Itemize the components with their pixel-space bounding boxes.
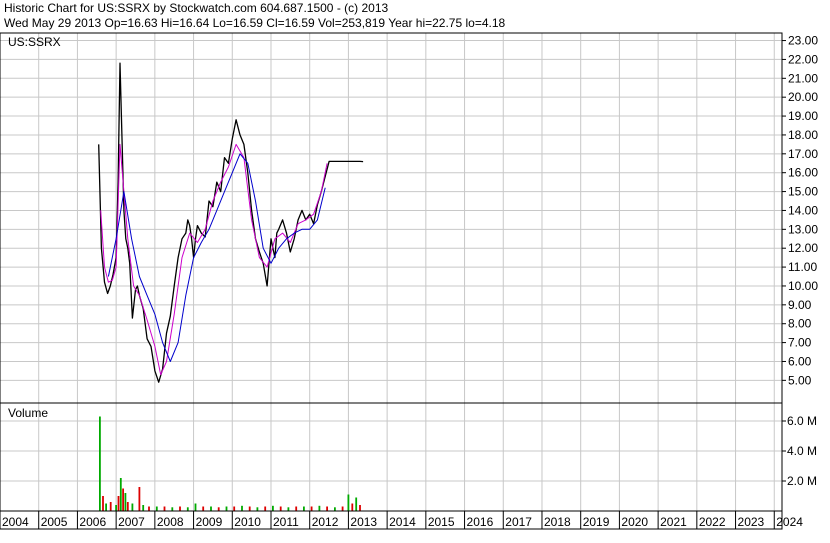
volume-bar bbox=[122, 488, 124, 511]
price-tick-label: 8.00 bbox=[788, 317, 812, 331]
volume-bar bbox=[272, 505, 274, 512]
year-tick-label: 2009 bbox=[196, 515, 223, 529]
volume-panel-label: Volume bbox=[8, 406, 48, 420]
year-tick-label: 2013 bbox=[350, 515, 377, 529]
volume-bar bbox=[359, 505, 361, 511]
volume-bar bbox=[115, 505, 117, 511]
volume-bar bbox=[194, 503, 197, 511]
volume-bar bbox=[310, 506, 313, 511]
price-tick-label: 20.00 bbox=[788, 90, 818, 104]
volume-bar bbox=[341, 506, 344, 511]
price-tick-label: 14.00 bbox=[788, 203, 818, 217]
year-tick-label: 2012 bbox=[312, 515, 339, 529]
price-tick-label: 11.00 bbox=[788, 260, 817, 274]
volume-bar bbox=[248, 506, 251, 511]
year-tick-label: 2011 bbox=[273, 515, 299, 529]
volume-bar bbox=[351, 503, 354, 511]
volume-bar bbox=[119, 478, 122, 511]
year-tick-label: 2010 bbox=[234, 515, 261, 529]
year-tick-label: 2015 bbox=[428, 515, 455, 529]
volume-bar bbox=[355, 497, 358, 511]
price-grid bbox=[0, 33, 782, 511]
price-tick-label: 23.00 bbox=[788, 34, 818, 48]
volume-bar bbox=[241, 505, 243, 512]
year-tick-label: 2005 bbox=[41, 515, 68, 529]
price-tick-label: 19.00 bbox=[788, 109, 818, 123]
volume-bar bbox=[124, 493, 127, 511]
volume-bar bbox=[202, 506, 205, 511]
volume-tick-label: 4.0 M bbox=[787, 444, 817, 458]
price-series-line-1 bbox=[100, 143, 328, 376]
volume-tick-label: 6.0 M bbox=[787, 414, 817, 428]
volume-bar bbox=[210, 506, 212, 511]
volume-bar bbox=[105, 503, 107, 511]
price-tick-label: 15.00 bbox=[788, 185, 818, 199]
year-axis-ticks: 2004 2005 2006 2007 2008 2009 2010 2011 2012 2013… bbox=[0, 511, 803, 529]
year-tick-label: 2018 bbox=[544, 515, 571, 529]
volume-bar bbox=[233, 506, 236, 511]
price-series-line-0 bbox=[98, 62, 364, 383]
price-tick-label: 17.00 bbox=[788, 147, 818, 161]
year-tick-label: 2014 bbox=[389, 515, 416, 529]
volume-bars bbox=[99, 416, 361, 512]
price-tick-label: 22.00 bbox=[788, 52, 818, 66]
volume-bar bbox=[126, 502, 129, 511]
price-tick-label: 13.00 bbox=[788, 222, 818, 236]
volume-bar bbox=[295, 506, 298, 511]
chart-canvas: US:SSRX Volume 5.00 6.00 7.00 8.00 9.00 10.00… bbox=[0, 32, 818, 530]
year-tick-label: 2021 bbox=[660, 515, 687, 529]
year-tick-label: 2022 bbox=[699, 515, 726, 529]
volume-bar bbox=[117, 496, 120, 511]
year-tick-label: 2006 bbox=[79, 515, 106, 529]
volume-bar bbox=[279, 506, 282, 511]
volume-bar bbox=[264, 506, 267, 511]
volume-bar bbox=[326, 506, 328, 511]
volume-bar bbox=[142, 505, 145, 511]
volume-panel-frame bbox=[0, 402, 783, 512]
price-axis-ticks: 5.00 6.00 7.00 8.00 9.00 10.00 11.00 12.00 13.00… bbox=[782, 34, 818, 387]
price-tick-label: 12.00 bbox=[788, 241, 818, 255]
volume-grid bbox=[0, 420, 782, 482]
volume-bar bbox=[303, 506, 305, 511]
price-tick-label: 16.00 bbox=[788, 166, 818, 180]
year-tick-label: 2007 bbox=[118, 515, 145, 529]
price-tick-label: 18.00 bbox=[788, 128, 818, 142]
volume-bar bbox=[102, 496, 104, 511]
price-series bbox=[98, 62, 364, 383]
volume-bar bbox=[99, 416, 101, 511]
price-panel-label: US:SSRX bbox=[8, 35, 61, 49]
year-tick-label: 2004 bbox=[2, 515, 29, 529]
volume-bar bbox=[318, 505, 321, 512]
volume-tick-label: 2.0 M bbox=[787, 474, 817, 488]
volume-bar bbox=[163, 506, 166, 511]
price-tick-label: 21.00 bbox=[788, 71, 818, 85]
volume-bar bbox=[225, 506, 228, 511]
volume-bar bbox=[148, 506, 150, 511]
year-tick-label: 2023 bbox=[738, 515, 765, 529]
year-tick-label: 2019 bbox=[583, 515, 610, 529]
volume-bar bbox=[347, 494, 350, 511]
year-tick-label: 2024 bbox=[776, 515, 803, 529]
volume-axis-ticks: 2.0 M 4.0 M 6.0 M bbox=[782, 414, 817, 488]
price-tick-label: 10.00 bbox=[788, 279, 818, 293]
price-tick-label: 6.00 bbox=[788, 354, 812, 368]
volume-bar bbox=[131, 503, 134, 511]
volume-bar bbox=[109, 502, 112, 511]
year-tick-label: 2020 bbox=[621, 515, 648, 529]
volume-bar bbox=[155, 506, 158, 511]
price-tick-label: 7.00 bbox=[788, 336, 812, 350]
volume-bar bbox=[179, 506, 181, 511]
year-tick-label: 2008 bbox=[157, 515, 184, 529]
year-tick-label: 2016 bbox=[467, 515, 494, 529]
price-tick-label: 9.00 bbox=[788, 298, 812, 312]
price-tick-label: 5.00 bbox=[788, 373, 812, 387]
year-tick-label: 2017 bbox=[505, 515, 532, 529]
volume-bar bbox=[138, 487, 141, 511]
